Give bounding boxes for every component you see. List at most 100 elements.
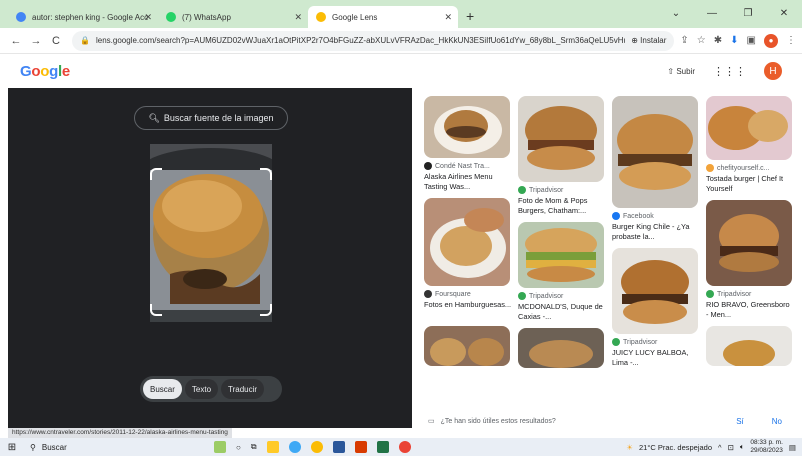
lock-icon: 🔒	[80, 36, 90, 45]
find-source-label: Buscar fuente de la imagen	[163, 113, 274, 123]
result-title: RIO BRAVO, Greensboro - Men...	[706, 300, 790, 319]
download-icon[interactable]: ⬇	[730, 35, 738, 46]
result-thumbnail	[612, 248, 698, 334]
tab-whatsapp[interactable]: (7) WhatsApp ✕	[158, 6, 308, 28]
apps-grid-icon[interactable]: ⋮⋮⋮	[713, 65, 746, 78]
sidebar-icon[interactable]: ▣	[747, 35, 756, 46]
result-card[interactable]	[518, 328, 606, 368]
tripadvisor-icon	[518, 186, 526, 194]
find-image-source-button[interactable]: 🔍︎ Buscar fuente de la imagen	[134, 106, 288, 130]
result-thumbnail	[424, 198, 510, 286]
result-title: Tostada burger | Chef It Yourself	[706, 174, 784, 193]
result-card[interactable]: chefityourself.c... Tostada burger | Che…	[706, 96, 794, 194]
result-thumbnail	[612, 96, 698, 208]
results-column: Tripadvisor Foto de Mom & Pops Burgers, …	[518, 96, 606, 374]
crop-selector[interactable]	[150, 168, 272, 316]
result-card[interactable]: Tripadvisor RIO BRAVO, Greensboro - Men.…	[706, 200, 794, 320]
powerpoint-icon[interactable]	[354, 441, 367, 453]
tripadvisor-icon	[612, 338, 620, 346]
menu-icon[interactable]: ⋮	[786, 35, 796, 46]
google-logo[interactable]: Google	[20, 63, 70, 80]
result-card[interactable]: Tripadvisor MCDONALD'S, Duque de Caxias …	[518, 222, 606, 322]
edge-icon[interactable]	[288, 441, 301, 453]
tray-chevron-icon[interactable]: ^	[718, 443, 722, 452]
new-tab-button[interactable]: +	[466, 8, 474, 24]
browser-toolbar: ← → C 🔒 lens.google.com/search?p=AUM6UZD…	[0, 28, 802, 54]
result-card[interactable]: Condé Nast Tra... Alaska Airlines Menu T…	[424, 96, 512, 192]
chrome-icon[interactable]	[310, 441, 323, 453]
windows-start-icon[interactable]: ⊞	[0, 442, 24, 453]
mode-search-button[interactable]: Buscar	[143, 379, 182, 399]
cortana-icon[interactable]: ○	[236, 443, 241, 452]
profile-icon[interactable]: ●	[764, 33, 778, 48]
result-card[interactable]	[706, 326, 794, 366]
google-icon	[16, 12, 26, 22]
file-explorer-icon[interactable]	[266, 441, 279, 453]
taskbar-search[interactable]: ⚲ Buscar	[24, 443, 164, 452]
result-source: Tripadvisor	[529, 292, 564, 300]
forward-icon[interactable]: →	[26, 35, 46, 47]
result-source: Foursquare	[435, 290, 471, 298]
mode-translate-button[interactable]: Traducir	[221, 379, 265, 399]
minimize-button[interactable]: —	[694, 0, 730, 28]
mode-text-button[interactable]: Texto	[184, 379, 219, 399]
tab-google-lens[interactable]: Google Lens ✕	[308, 6, 458, 28]
tripadvisor-icon	[518, 292, 526, 300]
tab-title: autor: stephen king - Google Acc	[32, 12, 149, 22]
avatar[interactable]: H	[764, 62, 782, 80]
close-window-button[interactable]: ✕	[766, 0, 802, 28]
tripadvisor-icon	[706, 290, 714, 298]
result-card[interactable]: Foursquare Fotos en Hamburguesas...	[424, 198, 512, 320]
word-icon[interactable]	[332, 441, 345, 453]
result-title: Fotos en Hamburguesas...	[424, 300, 512, 309]
taskbar-apps: ○ ⧉	[214, 441, 411, 453]
weather-text[interactable]: 21°C Prac. despejado	[639, 443, 712, 452]
star-icon[interactable]: ☆	[697, 35, 706, 46]
install-button[interactable]: ⊕ Instalar	[631, 36, 666, 45]
result-title: Burger King Chile - ¿Ya probaste la...	[612, 222, 690, 241]
notification-icon[interactable]: ▤	[789, 443, 796, 452]
clock[interactable]: 08:33 p. m. 29/08/2023	[750, 439, 783, 455]
result-card[interactable]: Tripadvisor JUICY LUCY BALBOA, Lima -...	[612, 248, 700, 368]
feedback-bar: ▭ ¿Te han sido útiles estos resultados? …	[412, 412, 802, 430]
close-icon[interactable]: ✕	[294, 12, 302, 23]
reload-icon[interactable]: C	[46, 35, 66, 47]
feedback-no-button[interactable]: No	[772, 417, 782, 426]
restore-button[interactable]: ❐	[730, 0, 766, 28]
upload-button[interactable]: ⇧ Subir	[667, 67, 695, 76]
lens-image-panel: 🔍︎ Buscar fuente de la imagen Buscar Tex…	[8, 88, 412, 428]
upload-label: Subir	[676, 66, 695, 76]
chrome-profile-icon[interactable]	[398, 441, 411, 453]
foursquare-icon	[424, 290, 432, 298]
extensions-icon[interactable]: ✱	[714, 35, 722, 46]
excel-icon[interactable]	[376, 441, 389, 453]
result-thumbnail	[706, 96, 792, 160]
status-url: https://www.cntraveler.com/stories/2011-…	[8, 428, 232, 438]
clock-date: 29/08/2023	[750, 447, 783, 454]
close-icon[interactable]: ✕	[144, 12, 152, 23]
task-view-icon[interactable]: ⧉	[251, 442, 257, 452]
result-source: Facebook	[623, 212, 654, 220]
result-card[interactable]	[424, 326, 512, 366]
google-header: Google ⇧ Subir ⋮⋮⋮ H	[0, 54, 802, 88]
clock-time: 08:33 p. m.	[750, 439, 783, 446]
back-icon[interactable]: ←	[6, 35, 26, 47]
network-icon[interactable]: ⊡	[728, 443, 734, 452]
result-card[interactable]: Facebook Burger King Chile - ¿Ya probast…	[612, 96, 700, 242]
result-card[interactable]: Tripadvisor Foto de Mom & Pops Burgers, …	[518, 96, 606, 216]
facebook-icon	[612, 212, 620, 220]
weather-icon[interactable]: ☀	[626, 443, 633, 452]
tab-list-icon[interactable]: ⌄	[658, 0, 694, 28]
result-source: Tripadvisor	[717, 290, 752, 298]
lens-mode-selector: Buscar Texto Traducir	[140, 376, 282, 402]
feedback-yes-button[interactable]: Sí	[736, 417, 744, 426]
result-title: JUICY LUCY BALBOA, Lima -...	[612, 348, 689, 367]
tab-title: (7) WhatsApp	[182, 12, 231, 22]
address-bar[interactable]: 🔒 lens.google.com/search?p=AUM6UZD02vWJu…	[72, 30, 675, 51]
volume-icon[interactable]: 🔈︎	[740, 442, 745, 452]
news-widget-icon[interactable]	[214, 441, 226, 453]
windows-taskbar: ⊞ ⚲ Buscar ○ ⧉ ☀ 21°C Prac. despejado ^ …	[0, 438, 802, 456]
close-icon[interactable]: ✕	[444, 12, 452, 23]
tab-google-search[interactable]: autor: stephen king - Google Acc ✕	[8, 6, 158, 28]
share-icon[interactable]: ⇪	[680, 35, 688, 46]
